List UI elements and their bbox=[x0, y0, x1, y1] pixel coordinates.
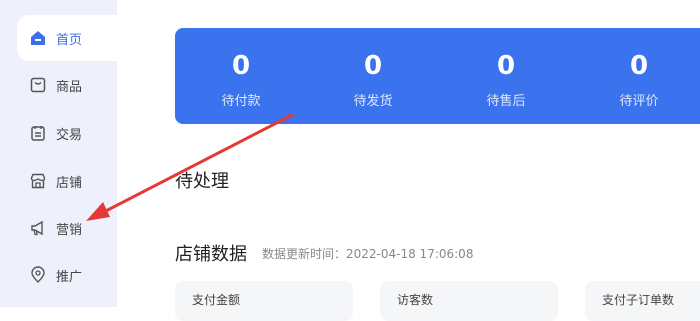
sidebar-item-label: 店铺 bbox=[56, 175, 83, 191]
location-pin-icon bbox=[29, 266, 47, 284]
metric-label: 支付子订单数 bbox=[602, 293, 675, 307]
stat-label: 待付款 bbox=[221, 94, 261, 109]
stat-value: 0 bbox=[629, 51, 649, 81]
product-icon bbox=[29, 76, 47, 94]
megaphone-icon bbox=[29, 219, 47, 237]
stat-pending-review[interactable]: 0 待评价 bbox=[573, 28, 700, 124]
sidebar-item-label: 营销 bbox=[56, 222, 83, 238]
stat-label: 待售后 bbox=[486, 94, 526, 109]
trade-icon bbox=[29, 124, 47, 142]
sidebar-item-trade[interactable]: 交易 bbox=[17, 110, 117, 156]
stat-label: 待发货 bbox=[353, 94, 393, 109]
stat-value: 0 bbox=[231, 51, 251, 81]
sidebar-item-product[interactable]: 商品 bbox=[17, 62, 117, 108]
store-data-title: 店铺数据 bbox=[175, 244, 247, 265]
sidebar-item-store[interactable]: 店铺 bbox=[17, 158, 117, 204]
pending-section-title: 待处理 bbox=[175, 171, 229, 192]
sidebar-item-home[interactable]: 首页 bbox=[17, 15, 117, 61]
home-icon bbox=[29, 29, 47, 47]
sidebar-item-label: 首页 bbox=[56, 32, 83, 48]
sidebar-item-marketing[interactable]: 营销 bbox=[17, 205, 117, 251]
stat-value: 0 bbox=[496, 51, 516, 81]
metric-card-visitors[interactable]: 访客数 bbox=[380, 281, 558, 321]
sidebar: 首页 商品 交易 店铺 营销 推广 bbox=[0, 0, 117, 307]
sidebar-item-label: 推广 bbox=[56, 269, 83, 285]
stat-value: 0 bbox=[363, 51, 383, 81]
sidebar-item-label: 交易 bbox=[56, 127, 83, 143]
metric-label: 访客数 bbox=[397, 293, 434, 307]
stat-pending-aftersale[interactable]: 0 待售后 bbox=[440, 28, 572, 124]
order-stats-card: 0 待付款 0 待发货 0 待售后 0 待评价 bbox=[175, 28, 700, 124]
store-icon bbox=[29, 172, 47, 190]
sidebar-item-label: 商品 bbox=[56, 79, 83, 95]
metric-label: 支付金额 bbox=[192, 293, 241, 307]
sidebar-item-promotion[interactable]: 推广 bbox=[17, 252, 117, 298]
stat-pending-shipment[interactable]: 0 待发货 bbox=[307, 28, 439, 124]
data-update-time: 数据更新时间：2022-04-18 17:06:08 bbox=[262, 247, 474, 261]
stat-label: 待评价 bbox=[619, 94, 659, 109]
metric-card-payment-amount[interactable]: 支付金额 bbox=[175, 281, 353, 321]
metric-card-sub-orders[interactable]: 支付子订单数 bbox=[585, 281, 700, 321]
stat-pending-payment[interactable]: 0 待付款 bbox=[175, 28, 307, 124]
